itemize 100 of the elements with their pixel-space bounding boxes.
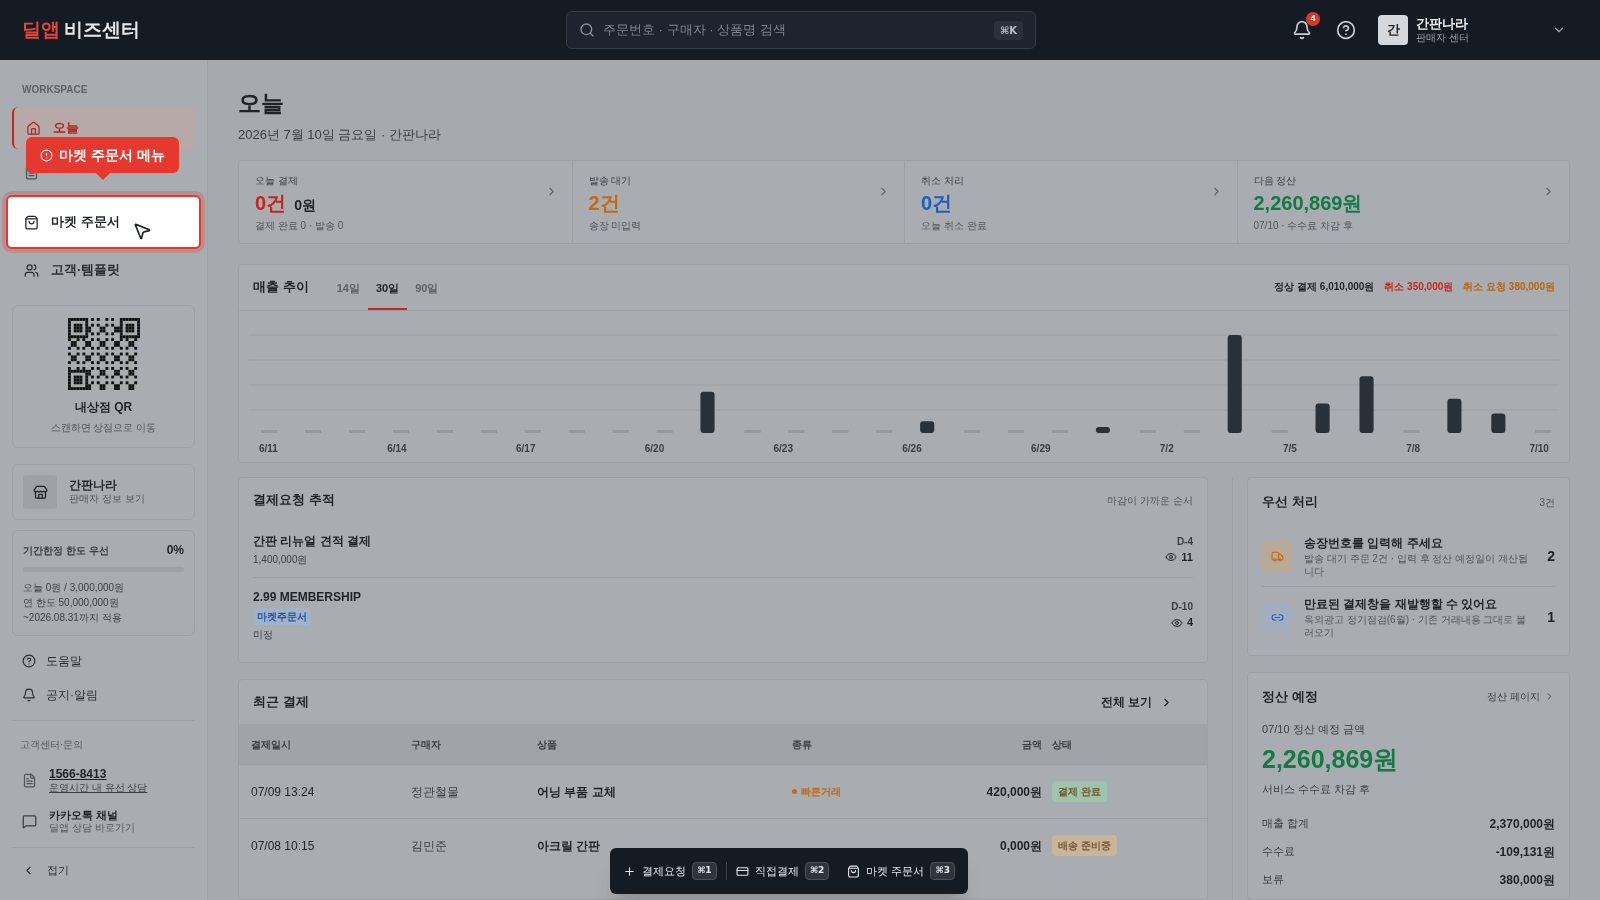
recent-title: 최근 결제 — [253, 693, 309, 712]
kakao-title[interactable]: 카카오톡 채널 — [49, 808, 135, 823]
avatar[interactable]: 간 — [1378, 15, 1408, 45]
sales-bar — [1491, 413, 1506, 433]
metric-value: 2,260,869원 — [1253, 191, 1363, 216]
eye-icon — [1165, 551, 1178, 563]
metric-sub: 결제 완료 0 · 발송 0 — [255, 219, 345, 233]
column-header: 종류 — [792, 737, 813, 752]
axis-label: 7/10 — [1529, 442, 1549, 456]
eye-icon — [1170, 616, 1183, 629]
document-icon — [22, 773, 37, 789]
search-bar[interactable]: 주문번호 · 구매자 · 상품명 검색 ⌘K — [566, 11, 1036, 49]
search-icon — [579, 22, 595, 38]
search-field[interactable]: 주문번호 · 구매자 · 상품명 검색 — [603, 20, 986, 40]
brand-logo[interactable]: 딜앱 — [22, 15, 60, 45]
support-phone[interactable]: 1566-8413 — [49, 767, 148, 782]
truck-icon — [1270, 549, 1284, 563]
cursor-icon — [131, 221, 152, 241]
view-all-link[interactable]: 전체 보기 — [1100, 693, 1173, 711]
priority-item[interactable]: 송장번호를 입력해 주세요 발송 대기 주문 2건 · 입력 후 정산 예정일이 계산됩니다 2 — [1262, 526, 1555, 586]
metric-label: 발송 대기 — [588, 174, 633, 188]
nav-item[interactable]: 고객·템플릿 — [12, 249, 195, 291]
settlement-amount: 2,260,869원 — [1262, 744, 1400, 775]
table-cell-text: 07/09 13:24 — [251, 783, 316, 801]
priority-item-title: 송장번호를 입력해 주세요 — [1304, 535, 1444, 552]
section-label: WORKSPACE — [21, 83, 89, 97]
axis-label: 7/2 — [1159, 442, 1174, 456]
legend-item: 취소 요청 380,000원 — [1463, 280, 1555, 294]
type-label: 빠른거래 — [801, 785, 841, 799]
qr-caption: 스캔하면 상점으로 이동 — [50, 421, 157, 435]
sidebar-link[interactable]: 도움말 — [12, 652, 195, 670]
sales-bar — [1315, 403, 1330, 433]
settlement-row-value: 2,370,000원 — [1489, 816, 1555, 833]
status-badge: 배송 준비중 — [1052, 835, 1117, 856]
legend-item: 정상 결제 6,010,000원 — [1274, 280, 1375, 294]
metric-extra: 0원 — [294, 196, 316, 215]
table-cell-text: 아크릴 간판 — [537, 837, 602, 855]
tracking-row[interactable]: 2.99 MEMBERSHIP 마켓주문서 미정 D-10 4 — [253, 577, 1193, 652]
priority-item[interactable]: 만료된 결제창을 재발행할 수 있어요 옥외광고 정기점검(6월) · 기존 거래내용 그대로 불러오기 1 — [1262, 586, 1555, 647]
view-count: 11 — [1181, 549, 1193, 565]
metric-value: 0건 — [255, 191, 287, 216]
sales-bar — [1095, 427, 1110, 433]
range-tab[interactable]: 30일 — [367, 279, 408, 310]
settlement-note: 서비스 수수료 차감 후 — [1262, 781, 1372, 797]
limit-title: 기간한정 한도 우선 — [23, 543, 109, 558]
nav-icon — [24, 214, 39, 230]
tracking-row[interactable]: 간판 리뉴얼 견적 결제 1,400,000원 D-4 11 — [253, 522, 1193, 577]
axis-label: 6/26 — [902, 442, 922, 456]
tracking-item-title: 2.99 MEMBERSHIP — [253, 589, 362, 606]
settlement-row-value: 380,000원 — [1499, 872, 1555, 889]
metric-sub: 송장 미입력 — [588, 219, 643, 233]
axis-label: 6/11 — [259, 442, 278, 456]
support-title: 고객센터·문의 — [20, 739, 84, 750]
metric-label: 취소 처리 — [921, 174, 965, 188]
tracking-item-title: 간판 리뉴얼 견적 결제 — [253, 533, 371, 550]
metric-card[interactable]: 다음 정산 2,260,869원 07/10 · 수수료 차감 후 — [1236, 161, 1569, 243]
tracking-amount: 1,400,000원 — [253, 553, 309, 567]
chat-icon — [22, 814, 37, 830]
legend-item: 취소 350,000원 — [1384, 280, 1454, 294]
account-name: 간판나라 — [1416, 15, 1469, 32]
axis-label: 6/29 — [1031, 442, 1051, 456]
axis-label: 6/17 — [516, 442, 536, 456]
account-role: 판매자 센터 — [1416, 31, 1470, 45]
settlement-row-label: 매출 합계 — [1262, 816, 1310, 831]
sales-bar — [1359, 376, 1374, 433]
store-card[interactable]: 간판나라 판매자 정보 보기 — [12, 464, 195, 520]
axis-label: 6/20 — [644, 442, 665, 456]
settlement-row-label: 보류 — [1262, 872, 1284, 887]
quick-action-button[interactable]: 직접결제 ⌘2 — [725, 862, 839, 880]
help-icon — [22, 654, 36, 668]
bell-icon — [22, 688, 36, 702]
table-cell-text: 420,000원 — [985, 783, 1043, 801]
metric-sub: 오늘 취소 완료 — [921, 219, 988, 233]
sidebar-link[interactable]: 공지·알림 — [12, 686, 195, 704]
settlement-page-link[interactable]: 정산 페이지 — [1487, 689, 1555, 705]
nav-item[interactable]: 마켓 주문서 — [6, 195, 201, 249]
settlement-row-label: 수수료 — [1262, 844, 1295, 859]
view-count: 4 — [1186, 615, 1193, 631]
priority-item-desc: 옥외광고 정기점검(6월) · 기존 거래내용 그대로 불러오기 — [1304, 613, 1528, 639]
bag-icon — [847, 864, 861, 878]
settlement-row-value: -109,131원 — [1495, 844, 1555, 861]
sales-bar — [700, 391, 715, 433]
sales-bar — [920, 421, 935, 433]
limit-percent: 0% — [166, 542, 184, 559]
due-label: D-4 — [1176, 534, 1193, 549]
table-cell-text: 07/08 10:15 — [251, 837, 316, 855]
metric-card[interactable]: 발송 대기 2건 송장 미입력 — [571, 161, 904, 243]
nav-icon — [24, 262, 39, 278]
tracking-order: 마감이 가까운 순서 — [1107, 493, 1193, 508]
help-icon[interactable] — [1336, 20, 1356, 40]
notification-icon[interactable] — [1292, 20, 1312, 40]
priority-item-title: 만료된 결제창을 재발행할 수 있어요 — [1304, 596, 1499, 613]
limit-line: 오늘 0원 / 3,000,000원 — [23, 581, 126, 595]
sales-bar — [1447, 398, 1462, 433]
collapse-button[interactable]: 접기 — [12, 846, 195, 879]
table-row[interactable]: 07/09 13:24 정관철물 어닝 부품 교체 빠른거래 420,000원 결제 완료 — [239, 764, 1207, 818]
sales-title: 매출 추이 — [253, 277, 309, 296]
metric-card[interactable]: 취소 처리 0건 오늘 취소 완료 — [904, 161, 1237, 243]
metric-card[interactable]: 오늘 결제 0건 0원 결제 완료 0 · 발송 0 — [239, 161, 572, 243]
shortcut-key: ⌘K — [993, 20, 1023, 40]
